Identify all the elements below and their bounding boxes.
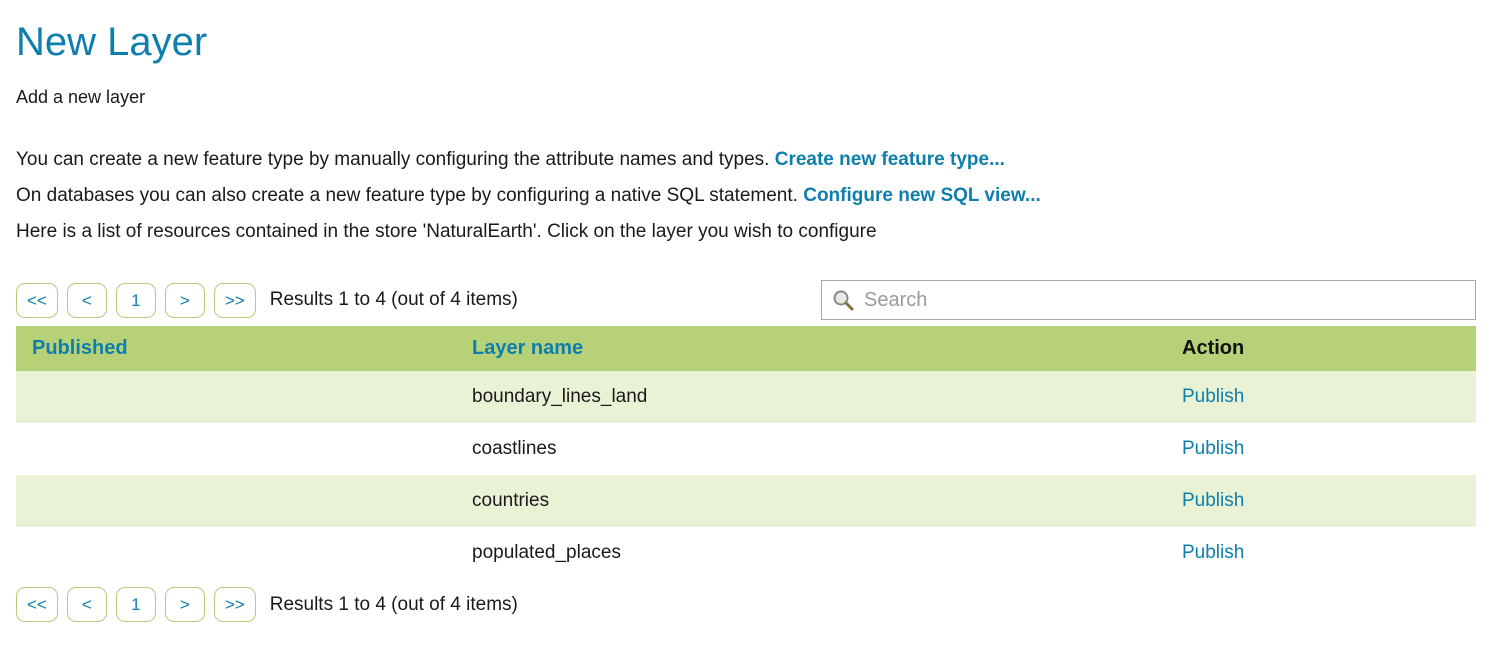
pager-next-button[interactable]: > [165,283,205,318]
layer-name-cell: countries [456,475,1166,527]
results-summary: Results 1 to 4 (out of 4 items) [270,594,518,616]
layer-name-cell: populated_places [456,527,1166,579]
action-cell: Publish [1166,475,1476,527]
pager-prev-button[interactable]: < [67,587,107,622]
layer-name: populated_places [472,542,621,563]
intro-line-1: You can create a new feature type by man… [16,142,1476,178]
table-row: boundary_lines_land Publish [16,371,1476,423]
search-input[interactable] [821,280,1476,320]
bottom-pager: << < 1 > >> [16,587,256,622]
column-header-published: Published [16,326,456,371]
published-cell [16,371,456,423]
publish-link[interactable]: Publish [1182,386,1244,407]
configure-sql-view-link[interactable]: Configure new SQL view... [803,185,1041,206]
action-header-label: Action [1182,337,1244,359]
intro-line-2: On databases you can also create a new f… [16,178,1476,214]
pager-next-button[interactable]: > [165,587,205,622]
sort-layer-name-link[interactable]: Layer name [472,337,583,359]
published-cell [16,423,456,475]
pager-last-button[interactable]: >> [214,587,256,622]
layer-name: countries [472,490,549,511]
publish-link[interactable]: Publish [1182,542,1244,563]
pager-page-button[interactable]: 1 [116,587,156,622]
search-icon [831,288,855,312]
published-cell [16,527,456,579]
layers-table-body: boundary_lines_land Publish coastlines P… [16,371,1476,579]
create-feature-type-link[interactable]: Create new feature type... [775,149,1005,170]
layer-name-cell: boundary_lines_land [456,371,1166,423]
sort-published-link[interactable]: Published [32,337,128,359]
action-cell: Publish [1166,423,1476,475]
action-cell: Publish [1166,371,1476,423]
results-summary: Results 1 to 4 (out of 4 items) [270,289,518,311]
bottom-toolbar: << < 1 > >> Results 1 to 4 (out of 4 ite… [16,587,1476,622]
intro-text: You can create a new feature type by man… [16,142,1476,250]
table-row: populated_places Publish [16,527,1476,579]
pager-last-button[interactable]: >> [214,283,256,318]
table-row: countries Publish [16,475,1476,527]
publish-link[interactable]: Publish [1182,438,1244,459]
layer-name-cell: coastlines [456,423,1166,475]
top-toolbar: << < 1 > >> Results 1 to 4 (out of 4 ite… [16,280,1476,320]
new-layer-page: New Layer Add a new layer You can create… [0,0,1492,664]
layer-name: coastlines [472,438,557,459]
pager-prev-button[interactable]: < [67,283,107,318]
layers-table-header: Published Layer name Action [16,326,1476,371]
pager-first-button[interactable]: << [16,587,58,622]
search-box [821,280,1476,320]
pager-page-button[interactable]: 1 [116,283,156,318]
layers-table: Published Layer name Action boundary_lin… [16,326,1476,579]
layer-name: boundary_lines_land [472,386,647,407]
intro-line-3: Here is a list of resources contained in… [16,214,1476,250]
published-cell [16,475,456,527]
table-row: coastlines Publish [16,423,1476,475]
intro-line3-text: Here is a list of resources contained in… [16,221,877,242]
column-header-action: Action [1166,326,1476,371]
pager-first-button[interactable]: << [16,283,58,318]
intro-line1-text: You can create a new feature type by man… [16,149,775,170]
intro-line2-text: On databases you can also create a new f… [16,185,803,206]
column-header-layer-name: Layer name [456,326,1166,371]
publish-link[interactable]: Publish [1182,490,1244,511]
page-subtitle: Add a new layer [16,87,1476,108]
page-title: New Layer [16,20,1476,65]
top-pager: << < 1 > >> [16,283,256,318]
action-cell: Publish [1166,527,1476,579]
